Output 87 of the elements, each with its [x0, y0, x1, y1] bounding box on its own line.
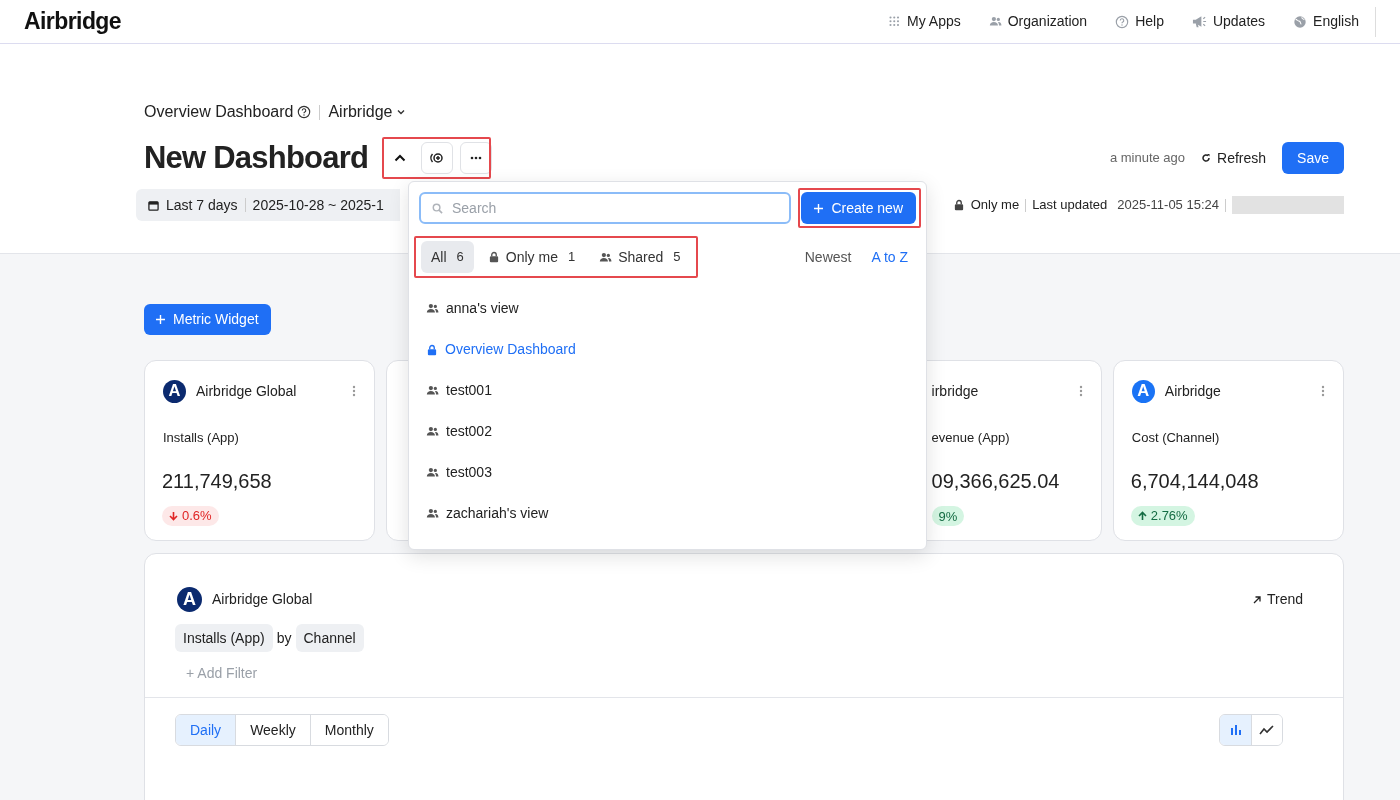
refresh-icon — [1201, 153, 1212, 163]
kebab-icon[interactable] — [1078, 385, 1083, 397]
share-button[interactable] — [421, 142, 454, 174]
broadcast-icon — [429, 151, 446, 165]
app-name: Airbridge — [1164, 381, 1222, 401]
plus-icon — [814, 203, 824, 213]
people-icon — [426, 302, 439, 315]
trend-button[interactable]: Trend — [1252, 589, 1303, 610]
metric-name: evenue (App) — [930, 429, 1011, 447]
save-button[interactable]: Save — [1282, 142, 1344, 174]
arrow-down-icon — [169, 510, 178, 521]
dashboard-list-item[interactable]: zachariah's view — [409, 493, 926, 534]
dashboard-title: New Dashboard — [144, 138, 369, 177]
app-logo: A — [177, 587, 202, 612]
app-name: Airbridge Global — [196, 381, 298, 401]
dashboard-list-item[interactable]: test002 — [409, 411, 926, 452]
chevron-down-icon — [396, 107, 407, 117]
people-icon — [988, 15, 1002, 28]
nav-link[interactable]: My Apps — [889, 11, 961, 32]
app-name: Airbridge Global — [212, 590, 314, 609]
search-field[interactable]: Search — [419, 192, 792, 224]
people-icon — [426, 425, 439, 438]
by-label: by — [276, 628, 292, 648]
app-name: irbridge — [931, 381, 980, 401]
metric-value: 09,366,625.04 — [930, 468, 1061, 494]
filter-tab[interactable]: Shared 5 — [589, 241, 691, 273]
kebab-icon[interactable] — [1321, 385, 1325, 397]
arrow-up-icon — [1137, 510, 1147, 521]
app-selector[interactable]: Airbridge — [328, 100, 407, 124]
grid-icon — [889, 15, 902, 28]
help-icon — [297, 105, 312, 119]
arrow-up-right-icon — [1252, 595, 1261, 604]
dashboard-list-item[interactable]: Overview Dashboard — [409, 329, 926, 370]
lock-icon — [487, 251, 500, 263]
megaphone-icon — [1191, 14, 1207, 29]
metric-name: Cost (Channel) — [1130, 429, 1221, 447]
metric-chip[interactable]: Installs (App) — [175, 624, 273, 652]
dashboard-list-item[interactable]: test001 — [409, 370, 926, 411]
bar-chart-button[interactable] — [1220, 715, 1251, 745]
more-icon — [470, 156, 483, 160]
nav-link[interactable]: Updates — [1191, 11, 1266, 32]
change-badge: 0.6% — [162, 505, 219, 526]
people-icon — [426, 384, 439, 397]
change-badge: 2.76% — [1130, 505, 1195, 526]
dimension-chip[interactable]: Channel — [295, 624, 364, 652]
brand-logo: Airbridge — [24, 7, 122, 37]
sort-option[interactable]: Newest — [804, 246, 852, 268]
date-range-picker[interactable]: Last 7 days 2025-10-28 ~ 2025-1 — [136, 189, 400, 221]
sort-option[interactable]: A to Z — [871, 246, 908, 268]
calendar-icon — [148, 199, 159, 211]
nav-link[interactable]: Help — [1115, 11, 1164, 32]
metric-value: 6,704,144,048 — [1129, 468, 1260, 494]
nav-link[interactable]: English — [1293, 11, 1359, 32]
filter-tab[interactable]: Only me 1 — [477, 241, 586, 273]
saved-time: a minute ago — [1109, 149, 1186, 168]
more-button[interactable] — [460, 142, 493, 174]
period-tab[interactable]: Monthly — [309, 715, 388, 745]
people-icon — [426, 507, 439, 520]
change-badge: 9% — [931, 506, 965, 527]
dashboard-list-item[interactable]: test003 — [409, 452, 926, 493]
app-logo: A — [1131, 379, 1155, 403]
refresh-button[interactable]: Refresh — [1201, 147, 1267, 169]
last-updated-label: Last updated — [1032, 196, 1108, 215]
period-tab[interactable]: Daily — [176, 715, 236, 745]
people-icon — [599, 250, 613, 264]
globe-icon — [1293, 14, 1308, 29]
filter-tab[interactable]: All 6 — [421, 241, 474, 273]
line-chart-icon — [1259, 725, 1275, 735]
add-widget-button[interactable]: Metric Widget — [144, 304, 271, 335]
lock-icon — [426, 343, 438, 356]
line-chart-button[interactable] — [1251, 715, 1282, 745]
visibility-label: Only me — [970, 196, 1020, 215]
metric-name: Installs (App) — [162, 429, 240, 447]
app-logo: A — [163, 379, 186, 403]
last-updated-time: 2025-11-05 15:24 — [1117, 196, 1219, 215]
dashboard-list-item[interactable]: anna's view — [409, 288, 926, 329]
search-icon — [432, 203, 443, 214]
help-icon — [1115, 14, 1130, 29]
plus-icon — [156, 315, 165, 324]
create-new-button[interactable]: Create new — [801, 192, 916, 224]
breadcrumb-link[interactable]: Overview Dashboard — [144, 100, 294, 124]
lock-icon — [952, 199, 965, 211]
nav-link[interactable]: Organization — [988, 11, 1088, 32]
metric-value: 211,749,658 — [161, 468, 273, 494]
bar-chart-icon — [1229, 724, 1242, 736]
people-icon — [426, 466, 439, 479]
kebab-icon[interactable] — [352, 385, 357, 397]
